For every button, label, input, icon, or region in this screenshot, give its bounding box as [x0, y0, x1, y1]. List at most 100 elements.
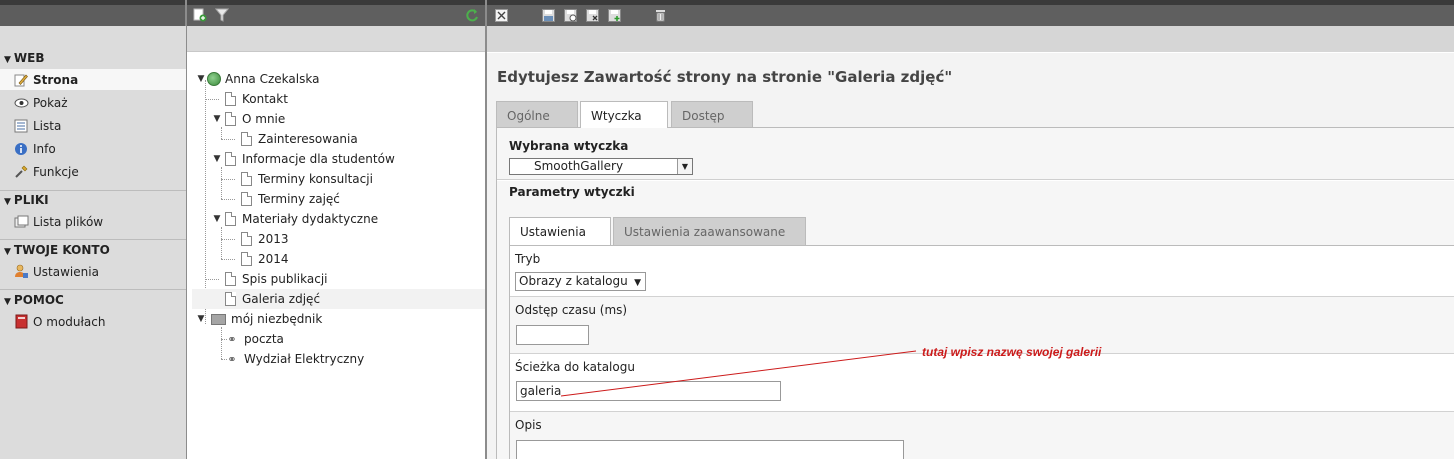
- path-input[interactable]: galeria: [516, 381, 781, 401]
- tree-node[interactable]: Zainteresowania: [241, 129, 358, 149]
- expand-toggle-icon[interactable]: ▼: [211, 214, 223, 224]
- mode-label: Tryb: [515, 252, 541, 266]
- module-menu: ▼ WEB Strona Pokaż Lista Info Funkcje ▼ PL…: [0, 26, 186, 459]
- book-icon: [13, 314, 29, 330]
- page-icon: [241, 252, 252, 266]
- filter-icon[interactable]: [215, 8, 229, 22]
- tree-node[interactable]: ▼ O mnie: [211, 109, 285, 129]
- chevron-down-icon: ▼: [677, 159, 692, 174]
- tree-subbar: [187, 26, 485, 52]
- wrench-icon: [13, 164, 29, 180]
- new-page-icon[interactable]: [193, 8, 207, 22]
- path-label: Ścieżka do katalogu: [515, 360, 635, 374]
- page-icon: [225, 212, 236, 226]
- link-icon: ⚭: [227, 352, 237, 366]
- delete-icon[interactable]: [653, 8, 667, 22]
- section-pomoc[interactable]: ▼ POMOC: [0, 293, 186, 307]
- section-pliki[interactable]: ▼ PLIKI: [0, 193, 186, 207]
- plugin-select[interactable]: SmoothGallery ▼: [509, 158, 693, 175]
- info-icon: [13, 141, 29, 157]
- eye-icon: [13, 95, 29, 111]
- mode-select[interactable]: Obrazy z katalogu ▼: [515, 272, 646, 291]
- page-icon: [225, 292, 236, 306]
- save-icon[interactable]: [541, 8, 555, 22]
- tree-node[interactable]: 2014: [241, 249, 289, 269]
- plugin-selector-row: Wybrana wtyczka SmoothGallery ▼: [497, 128, 1454, 180]
- page-icon: [225, 112, 236, 126]
- tab-ustawienia[interactable]: Ustawienia: [509, 217, 611, 245]
- divider: [0, 239, 186, 240]
- expand-toggle-icon[interactable]: ▼: [211, 114, 223, 124]
- menu-item-lista-plikow[interactable]: Lista plików: [0, 211, 186, 232]
- tree-node[interactable]: Terminy konsultacji: [241, 169, 373, 189]
- divider: [0, 289, 186, 290]
- interval-input[interactable]: [516, 325, 589, 345]
- save-close-icon[interactable]: [585, 8, 599, 22]
- content-subbar: [487, 26, 1454, 52]
- edit-page-icon: [13, 72, 29, 88]
- tree-node[interactable]: ▼ Informacje dla studentów: [211, 149, 395, 169]
- menu-item-ustawienia[interactable]: Ustawienia: [0, 261, 186, 282]
- save-view-icon[interactable]: [563, 8, 577, 22]
- field-path: Ścieżka do katalogu galeria: [510, 354, 1454, 412]
- expand-toggle-icon[interactable]: ▼: [211, 154, 223, 164]
- page-icon: [225, 92, 236, 106]
- tree-node[interactable]: ▼ mój niezbędnik: [195, 309, 323, 329]
- tree-node[interactable]: ⚭ poczta: [225, 329, 284, 349]
- tab-ogolne[interactable]: Ogólne: [496, 101, 578, 129]
- page-tree: ▼ Anna Czekalska Kontakt ▼ O mnie Zainte…: [187, 53, 485, 459]
- chevron-down-icon: ▼: [634, 278, 641, 288]
- tree-node-root[interactable]: ▼ Anna Czekalska: [195, 69, 319, 89]
- shortcut-page-icon: [225, 272, 236, 286]
- page-icon: [241, 192, 252, 206]
- menu-item-strona[interactable]: Strona: [0, 69, 186, 90]
- expand-toggle-icon[interactable]: ▼: [195, 314, 207, 324]
- divider: [0, 190, 186, 191]
- tree-node[interactable]: 2013: [241, 229, 289, 249]
- menu-item-info[interactable]: Info: [0, 138, 186, 159]
- tree-toolbar: [187, 5, 485, 26]
- tree-node[interactable]: ▼ Materiały dydaktyczne: [211, 209, 378, 229]
- content-toolbar: [487, 5, 1454, 26]
- refresh-icon[interactable]: [465, 8, 479, 22]
- tree-node-selected[interactable]: Galeria zdjęć: [192, 289, 485, 309]
- page-icon: [241, 232, 252, 246]
- site-root-icon: [207, 72, 221, 86]
- link-icon: ⚭: [227, 332, 237, 346]
- description-textarea[interactable]: [516, 440, 904, 459]
- menu-item-funkcje[interactable]: Funkcje: [0, 161, 186, 182]
- page-icon: [241, 172, 252, 186]
- page-title: Edytujesz Zawartość strony na stronie "G…: [497, 68, 953, 86]
- menu-item-lista[interactable]: Lista: [0, 115, 186, 136]
- page-icon: [241, 132, 252, 146]
- tree-node[interactable]: Spis publikacji: [225, 269, 328, 289]
- user-settings-icon: [13, 264, 29, 280]
- section-twoje-konto[interactable]: ▼ TWOJE KONTO: [0, 243, 186, 257]
- list-icon: [13, 118, 29, 134]
- expand-toggle-icon[interactable]: ▼: [195, 74, 207, 84]
- plugin-panel: Wybrana wtyczka SmoothGallery ▼ Parametr…: [496, 128, 1454, 459]
- section-web[interactable]: ▼ WEB: [0, 51, 186, 65]
- folder-icon: [211, 313, 226, 325]
- close-icon[interactable]: [494, 8, 508, 22]
- tab-ustawienia-zaawansowane[interactable]: Ustawienia zaawansowane: [613, 217, 806, 245]
- plugin-label: Wybrana wtyczka: [509, 139, 629, 153]
- interval-label: Odstęp czasu (ms): [515, 303, 628, 317]
- shortcut-page-icon: [225, 152, 236, 166]
- content-area: Edytujesz Zawartość strony na stronie "G…: [487, 53, 1454, 459]
- tree-node[interactable]: Kontakt: [225, 89, 288, 109]
- module-menu-header: [0, 5, 186, 26]
- params-label: Parametry wtyczki: [509, 185, 635, 199]
- field-description: Opis: [510, 412, 1454, 459]
- tree-node[interactable]: Terminy zajęć: [241, 189, 340, 209]
- field-mode: Tryb Obrazy z katalogu ▼: [510, 246, 1454, 297]
- tab-wtyczka[interactable]: Wtyczka: [580, 101, 668, 130]
- file-list-icon: [13, 214, 29, 230]
- tab-dostep[interactable]: Dostęp: [671, 101, 753, 129]
- save-new-icon[interactable]: [607, 8, 621, 22]
- annotation-text: tutaj wpisz nazwę swojej galerii: [922, 345, 1102, 359]
- tree-node[interactable]: ⚭ Wydział Elektryczny: [225, 349, 364, 369]
- menu-item-pokaz[interactable]: Pokaż: [0, 92, 186, 113]
- description-label: Opis: [515, 418, 542, 432]
- menu-item-o-modulach[interactable]: O modułach: [0, 311, 186, 332]
